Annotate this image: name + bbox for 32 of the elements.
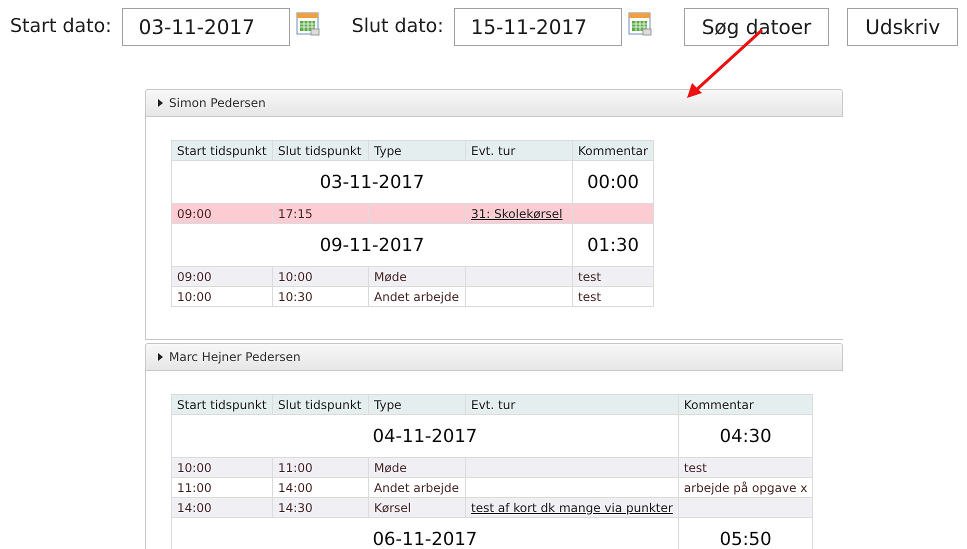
calendar-icon[interactable] bbox=[296, 12, 320, 36]
table-cell: 10:00 bbox=[172, 286, 272, 306]
table-cell: 14:30 bbox=[272, 498, 368, 518]
table-cell: 14:00 bbox=[172, 498, 272, 518]
date-cell: 06-11-2017 bbox=[172, 518, 678, 549]
panel-header[interactable]: Marc Hejner Pedersen bbox=[145, 343, 843, 371]
column-header: Kommentar bbox=[678, 394, 813, 414]
column-header: Slut tidspunkt bbox=[272, 394, 368, 414]
table-cell: Andet arbejde bbox=[368, 286, 466, 306]
calendar-icon[interactable] bbox=[628, 12, 652, 36]
column-header: Slut tidspunkt bbox=[272, 140, 368, 160]
date-field[interactable]: 03-11-2017 bbox=[122, 8, 290, 46]
table-cell: test bbox=[572, 286, 654, 306]
panel-header[interactable]: Simon Pedersen bbox=[145, 89, 843, 117]
table-cell: 10:30 bbox=[272, 286, 368, 306]
table-cell: Kørsel bbox=[368, 498, 466, 518]
column-header: Type bbox=[368, 140, 466, 160]
column-header: Type bbox=[368, 394, 466, 414]
table-cell: 17:15 bbox=[272, 204, 368, 224]
field-label: Start dato: bbox=[10, 14, 112, 40]
button[interactable]: Udskriv bbox=[847, 8, 958, 46]
column-header: Evt. tur bbox=[466, 140, 572, 160]
button[interactable]: Søg datoer bbox=[684, 8, 830, 46]
panel-title: Marc Hejner Pedersen bbox=[169, 349, 301, 366]
field-label: Slut dato: bbox=[352, 14, 444, 40]
column-header: Start tidspunkt bbox=[172, 140, 272, 160]
table-cell: 09:00 bbox=[172, 204, 272, 224]
column-header: Start tidspunkt bbox=[172, 394, 272, 414]
panel-title: Simon Pedersen bbox=[169, 95, 266, 112]
column-header: Kommentar bbox=[572, 140, 654, 160]
date-field[interactable]: 15-11-2017 bbox=[454, 8, 622, 46]
column-header: Evt. tur bbox=[466, 394, 678, 414]
